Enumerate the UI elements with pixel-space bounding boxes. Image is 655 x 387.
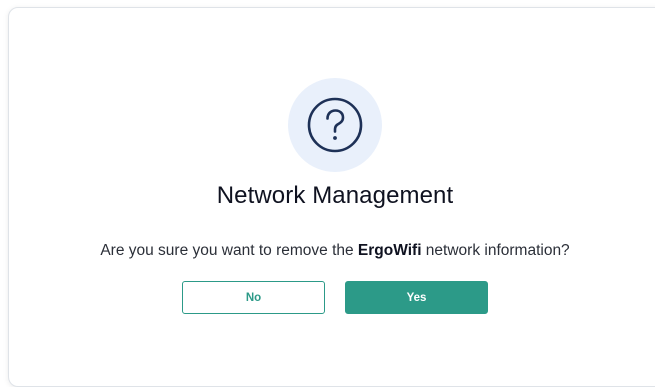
dialog-title: Network Management <box>216 182 454 209</box>
question-circle-icon <box>288 78 382 172</box>
question-mark-icon <box>307 97 363 153</box>
network-name: ErgoWifi <box>357 242 422 259</box>
message-prefix: Are you sure you want to remove the <box>100 242 358 259</box>
message-suffix: network information? <box>421 242 570 259</box>
no-button[interactable]: No <box>182 281 325 314</box>
yes-button[interactable]: Yes <box>345 281 488 314</box>
dialog-message: Are you sure you want to remove the Ergo… <box>0 242 655 260</box>
